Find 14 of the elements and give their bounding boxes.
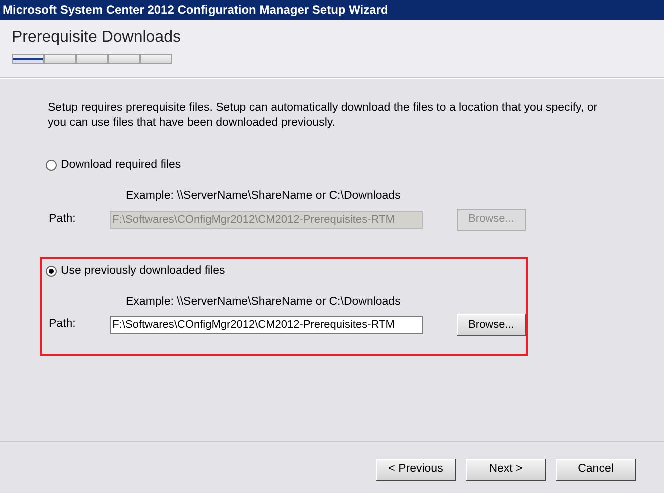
window-title: Microsoft System Center 2012 Configuration Manager Setup Wizard <box>3 2 388 19</box>
description-text: Setup requires prerequisite files. Setup can automatically download the files to a location that you specify, or you can use files that have been downloaded previously. <box>48 101 599 131</box>
example-text: Example: \\ServerName\ShareName or C:\Downloads <box>126 294 401 310</box>
example-text: Example: \\ServerName\ShareName or C:\Downloads <box>126 189 401 204</box>
page-title: Prerequisite Downloads <box>12 28 181 48</box>
wizard-button[interactable]: Next > <box>466 458 546 480</box>
path-label: Path: <box>48 317 77 332</box>
option-label[interactable]: Use previously downloaded files <box>61 262 226 280</box>
wizard-button[interactable]: < Previous <box>376 458 456 480</box>
radio-button[interactable] <box>46 266 57 277</box>
path-field[interactable]: F:\Softwares\COnfigMgr2012\CM2012-Prerequisites-RTM <box>110 316 423 334</box>
wizard-button[interactable]: Cancel <box>556 458 636 480</box>
path-label: Path: <box>48 212 77 227</box>
browse-button[interactable]: Browse... <box>457 314 526 336</box>
